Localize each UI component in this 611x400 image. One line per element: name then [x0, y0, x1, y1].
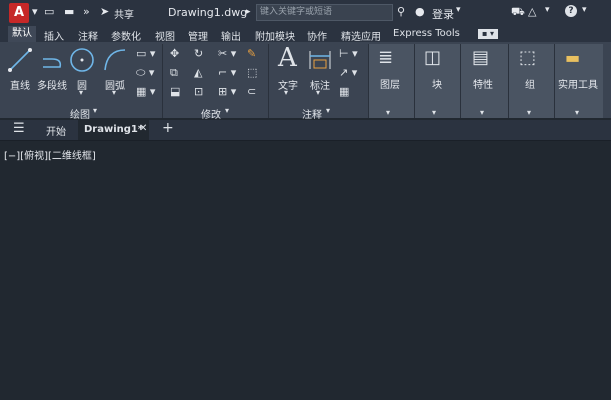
- utilities-button[interactable]: 实用工具: [558, 76, 598, 91]
- tab-default[interactable]: 默认: [8, 26, 36, 42]
- open-folder-icon[interactable]: ▬: [64, 5, 74, 18]
- properties-icon[interactable]: ▤: [472, 47, 489, 68]
- text-dropdown-icon[interactable]: ▾: [284, 88, 288, 97]
- autodesk-connect-icon[interactable]: △: [528, 5, 536, 18]
- autocad-logo[interactable]: A: [9, 3, 29, 23]
- cart-icon[interactable]: ⛟: [511, 5, 525, 20]
- ribbon-tabs: 默认 插入 注释 参数化 视图 管理 输出 附加模块 协作 精选应用 Expre…: [0, 26, 611, 43]
- properties-dropdown-icon[interactable]: ▾: [480, 108, 484, 117]
- stretch-icon[interactable]: ⬓: [170, 85, 180, 98]
- mirror-icon[interactable]: ◭: [194, 66, 202, 79]
- rotate-icon[interactable]: ↻: [194, 47, 203, 60]
- annotation-panel-dropdown-icon[interactable]: ▾: [326, 106, 330, 115]
- close-tab-icon[interactable]: ✕: [139, 123, 147, 134]
- help-dropdown-icon[interactable]: ▾: [582, 5, 587, 15]
- modify-panel-label[interactable]: 修改: [201, 106, 221, 121]
- table-icon[interactable]: ▦: [339, 85, 349, 98]
- move-icon[interactable]: ✥: [170, 47, 179, 60]
- login-dropdown-icon[interactable]: ▾: [456, 5, 461, 15]
- text-icon[interactable]: A: [278, 43, 297, 73]
- scale-icon[interactable]: ⊡: [194, 85, 203, 98]
- block-button[interactable]: 块: [432, 76, 442, 91]
- layers-button[interactable]: 图层: [380, 76, 400, 91]
- dimension-dropdown-icon[interactable]: ▾: [316, 88, 320, 97]
- login-button[interactable]: 登录: [432, 6, 454, 22]
- share-icon[interactable]: ➤: [100, 5, 109, 18]
- block-icon[interactable]: ◫: [424, 47, 441, 68]
- modify-panel-dropdown-icon[interactable]: ▾: [225, 106, 229, 115]
- line-button[interactable]: 直线: [10, 77, 30, 92]
- group-button[interactable]: 组: [525, 76, 535, 91]
- tab-parametric[interactable]: 参数化: [111, 28, 141, 43]
- trim-icon[interactable]: ✂ ▾: [218, 47, 236, 60]
- tab-view[interactable]: 视图: [155, 28, 175, 43]
- explode-icon[interactable]: ⬚: [247, 66, 257, 79]
- group-icon[interactable]: ⬚: [519, 47, 536, 68]
- more-tools-icon[interactable]: »: [83, 5, 90, 18]
- tab-annotate[interactable]: 注释: [78, 28, 98, 43]
- ribbon-minimize-icon[interactable]: ▪ ▾: [478, 29, 498, 39]
- search-icon[interactable]: ⚲: [397, 5, 405, 18]
- annotation-panel-label[interactable]: 注释: [302, 106, 322, 121]
- tab-manage[interactable]: 管理: [188, 28, 208, 43]
- share-button[interactable]: 共享: [114, 6, 134, 21]
- tab-express-tools[interactable]: Express Tools: [393, 28, 460, 39]
- dropdown-icon[interactable]: ▾: [32, 5, 38, 18]
- line-icon[interactable]: [7, 47, 33, 73]
- user-icon[interactable]: ●: [415, 5, 425, 18]
- divider: [268, 44, 269, 118]
- menu-icon[interactable]: ☰: [13, 121, 25, 136]
- tab-collaborate[interactable]: 协作: [307, 28, 327, 43]
- arc-icon[interactable]: [102, 47, 128, 73]
- leader-icon[interactable]: ↗ ▾: [339, 66, 357, 79]
- title-arrow-icon: ▸: [246, 7, 251, 17]
- start-tab[interactable]: 开始: [46, 123, 66, 138]
- hatch-icon[interactable]: ▦ ▾: [136, 85, 155, 98]
- ellipse-icon[interactable]: ⬭ ▾: [136, 66, 154, 80]
- utilities-dropdown-icon[interactable]: ▾: [575, 108, 579, 117]
- rectangle-icon[interactable]: ▭ ▾: [136, 47, 155, 60]
- array-icon[interactable]: ⊞ ▾: [218, 85, 236, 98]
- circle-dropdown-icon[interactable]: ▾: [79, 88, 83, 97]
- polyline-button[interactable]: 多段线: [37, 77, 67, 92]
- connect-dropdown-icon[interactable]: ▾: [545, 5, 550, 15]
- properties-button[interactable]: 特性: [473, 76, 493, 91]
- search-input[interactable]: 键入关键字或短语: [256, 4, 393, 21]
- dimension-icon[interactable]: [307, 48, 333, 72]
- drawing-tab-label: Drawing1*: [84, 124, 144, 135]
- linear-dim-icon[interactable]: ⊢ ▾: [339, 47, 358, 60]
- tab-output[interactable]: 输出: [221, 28, 241, 43]
- fillet-icon[interactable]: ⌐ ▾: [218, 66, 236, 79]
- title-bar: A ▾ ▭ ▬ » ➤ 共享 Drawing1.dwg ▸ 键入关键字或短语 ⚲…: [0, 0, 611, 26]
- circle-icon[interactable]: [68, 46, 96, 74]
- divider: [162, 44, 163, 118]
- polyline-icon[interactable]: [40, 47, 66, 73]
- block-dropdown-icon[interactable]: ▾: [432, 108, 436, 117]
- new-file-icon[interactable]: ▭: [44, 5, 54, 18]
- offset-icon[interactable]: ⊂: [247, 85, 256, 98]
- window-title: Drawing1.dwg: [168, 6, 248, 19]
- file-tabs: ☰ 开始 Drawing1* ✕ +: [0, 120, 611, 140]
- copy-icon[interactable]: ⧉: [170, 66, 178, 80]
- drawing-canvas[interactable]: [0, 141, 611, 400]
- layers-dropdown-icon[interactable]: ▾: [386, 108, 390, 117]
- group-dropdown-icon[interactable]: ▾: [527, 108, 531, 117]
- viewport-controls[interactable]: [−][俯视][二维线框]: [4, 147, 96, 162]
- help-icon[interactable]: ?: [565, 5, 577, 17]
- erase-icon[interactable]: ✎: [247, 47, 256, 60]
- tab-insert[interactable]: 插入: [44, 28, 64, 43]
- arc-dropdown-icon[interactable]: ▾: [112, 88, 116, 97]
- draw-panel-label[interactable]: 绘图: [70, 106, 90, 121]
- new-tab-icon[interactable]: +: [162, 120, 174, 136]
- tab-addins[interactable]: 附加模块: [255, 28, 295, 43]
- measure-icon[interactable]: ▬: [565, 48, 580, 67]
- tab-featured-apps[interactable]: 精选应用: [341, 28, 381, 43]
- layers-icon[interactable]: ≣: [378, 47, 393, 68]
- draw-panel-dropdown-icon[interactable]: ▾: [93, 106, 97, 115]
